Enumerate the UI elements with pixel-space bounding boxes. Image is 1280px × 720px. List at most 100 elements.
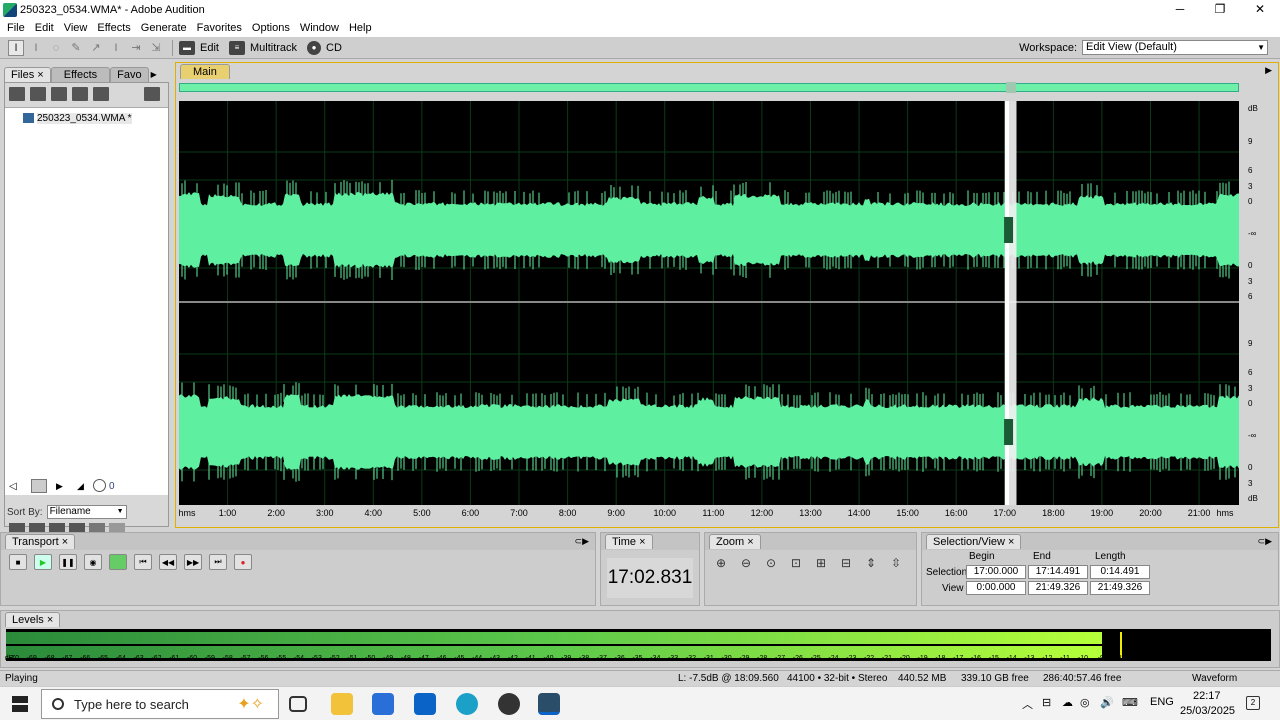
menu-edit[interactable]: Edit bbox=[30, 22, 59, 34]
windows-start-icon[interactable] bbox=[12, 696, 28, 712]
zoom-out-horizontal-icon[interactable]: ⊖ bbox=[738, 555, 754, 571]
lasso-tool-icon[interactable]: ◌ bbox=[48, 40, 64, 56]
menu-file[interactable]: File bbox=[2, 22, 30, 34]
autoplay-icon[interactable]: ◁ bbox=[9, 481, 17, 492]
clock-time[interactable]: 22:17 bbox=[1193, 690, 1221, 702]
overview-playhead-marker[interactable] bbox=[1006, 82, 1016, 93]
zoom-in-vertical-icon[interactable]: ⇕ bbox=[863, 555, 879, 571]
outlook-icon[interactable] bbox=[414, 693, 436, 715]
notifications-icon[interactable]: 2 bbox=[1246, 696, 1260, 710]
close-icon[interactable]: × bbox=[1008, 536, 1014, 548]
view-end-field[interactable]: 21:49.326 bbox=[1028, 581, 1088, 595]
close-icon[interactable]: × bbox=[37, 69, 43, 81]
time-ruler[interactable]: hms 1:00 2:00 3:00 4:00 5:00 6:00 7:00 8:00 9:00 1… bbox=[178, 506, 1239, 520]
panel-menu-icon[interactable]: ⊂▶ bbox=[1258, 536, 1272, 547]
audition-taskbar-icon[interactable] bbox=[538, 693, 560, 715]
workspace-dropdown[interactable]: Edit View (Default) bbox=[1082, 40, 1268, 55]
tab-files[interactable]: Files × bbox=[4, 67, 51, 82]
tab-zoom[interactable]: Zoom × bbox=[709, 534, 761, 549]
panel-menu-icon[interactable]: ⊂▶ bbox=[575, 536, 589, 547]
show-hidden-icons-icon[interactable]: ︿ bbox=[1022, 696, 1033, 712]
menu-generate[interactable]: Generate bbox=[136, 22, 192, 34]
cd-mode-button[interactable]: ● CD bbox=[307, 40, 342, 55]
insert-multitrack-icon[interactable] bbox=[51, 87, 67, 101]
insert-cd-icon[interactable] bbox=[72, 87, 88, 101]
close-icon[interactable]: × bbox=[62, 536, 68, 548]
selection-end-field[interactable]: 17:14.491 bbox=[1028, 565, 1088, 579]
fast-forward-button[interactable]: ▶▶ bbox=[184, 554, 202, 570]
loop-play-button[interactable] bbox=[109, 554, 127, 570]
minimize-button[interactable]: ─ bbox=[1160, 0, 1200, 19]
microsoft-store-icon[interactable] bbox=[372, 693, 394, 715]
play-preview-icon[interactable]: ▶ bbox=[56, 481, 63, 492]
cloud-icon[interactable]: ☁ bbox=[1062, 696, 1073, 709]
stop-button[interactable]: ■ bbox=[9, 554, 27, 570]
menu-view[interactable]: View bbox=[59, 22, 93, 34]
panel-scroll-right-icon[interactable]: ▶ bbox=[151, 67, 157, 82]
keyboard-icon[interactable]: ⌨ bbox=[1122, 696, 1138, 709]
waveform-overview-bar[interactable] bbox=[179, 82, 1239, 93]
zoom-tool-icon[interactable]: ⇲ bbox=[148, 40, 164, 56]
tab-time[interactable]: Time × bbox=[605, 534, 653, 549]
menu-effects[interactable]: Effects bbox=[92, 22, 135, 34]
edit-file-icon[interactable] bbox=[93, 87, 109, 101]
time-selection-tool-icon[interactable]: I bbox=[8, 39, 24, 56]
record-button[interactable]: ● bbox=[234, 554, 252, 570]
edge-icon[interactable] bbox=[456, 693, 478, 715]
sort-by-dropdown[interactable]: Filename bbox=[46, 505, 127, 519]
go-to-end-button[interactable]: ⏭ bbox=[209, 554, 227, 570]
tab-selection-view[interactable]: Selection/View × bbox=[926, 534, 1022, 549]
selection-length-field[interactable]: 0:14.491 bbox=[1090, 565, 1150, 579]
menu-favorites[interactable]: Favorites bbox=[192, 22, 247, 34]
close-icon[interactable]: × bbox=[747, 536, 753, 548]
tab-effects[interactable]: Effects bbox=[50, 67, 111, 82]
play-from-cursor-button[interactable]: ◉ bbox=[84, 554, 102, 570]
hybrid-tool-icon[interactable]: I bbox=[108, 40, 124, 56]
volume-icon[interactable]: ◢ bbox=[77, 481, 84, 492]
tab-favorites[interactable]: Favo bbox=[110, 67, 149, 82]
tray-app-icon[interactable]: ⊟ bbox=[1042, 696, 1051, 709]
network-icon[interactable]: ◎ bbox=[1080, 696, 1090, 709]
close-file-icon[interactable] bbox=[30, 87, 46, 101]
zoom-to-selection-icon[interactable]: ⊡ bbox=[788, 555, 804, 571]
zoom-out-vertical-icon[interactable]: ⇳ bbox=[888, 555, 904, 571]
go-to-beginning-button[interactable]: ⏮ bbox=[134, 554, 152, 570]
scrub-tool-icon[interactable]: ⇥ bbox=[128, 40, 144, 56]
selection-begin-field[interactable]: 17:00.000 bbox=[966, 565, 1026, 579]
volume-tray-icon[interactable]: 🔊 bbox=[1100, 696, 1114, 709]
zoom-left-edge-icon[interactable]: ⊞ bbox=[813, 555, 829, 571]
import-file-icon[interactable] bbox=[9, 87, 25, 101]
tab-levels[interactable]: Levels × bbox=[5, 612, 61, 627]
panel-options-icon[interactable] bbox=[144, 87, 160, 101]
view-length-field[interactable]: 21:49.326 bbox=[1090, 581, 1150, 595]
task-view-icon[interactable] bbox=[289, 696, 307, 712]
taskbar-search-box[interactable]: Type here to search ✦✧ bbox=[41, 689, 279, 719]
close-icon[interactable]: × bbox=[47, 614, 53, 626]
tab-main[interactable]: Main bbox=[180, 64, 230, 79]
marquee-tool-icon[interactable]: I bbox=[28, 40, 44, 56]
waveform-display[interactable] bbox=[179, 101, 1239, 505]
rewind-button[interactable]: ◀◀ bbox=[159, 554, 177, 570]
multitrack-mode-button[interactable]: ≡ Multitrack bbox=[228, 40, 297, 55]
menu-window[interactable]: Window bbox=[295, 22, 344, 34]
close-icon[interactable]: × bbox=[639, 536, 645, 548]
tab-transport[interactable]: Transport × bbox=[5, 534, 76, 549]
language-indicator[interactable]: ENG bbox=[1150, 696, 1174, 708]
maximize-button[interactable]: ❐ bbox=[1200, 0, 1240, 19]
volume-knob-icon[interactable] bbox=[93, 479, 106, 492]
menu-options[interactable]: Options bbox=[247, 22, 295, 34]
zoom-in-horizontal-icon[interactable]: ⊕ bbox=[713, 555, 729, 571]
list-item[interactable]: 250323_0534.WMA * bbox=[5, 110, 168, 126]
edit-mode-button[interactable]: ▬ Edit bbox=[179, 40, 219, 55]
loop-icon[interactable] bbox=[31, 479, 47, 493]
zoom-right-edge-icon[interactable]: ⊟ bbox=[838, 555, 854, 571]
file-explorer-icon[interactable] bbox=[331, 693, 353, 715]
menu-help[interactable]: Help bbox=[344, 22, 377, 34]
close-button[interactable]: ✕ bbox=[1240, 0, 1280, 19]
zoom-out-full-icon[interactable]: ⊙ bbox=[763, 555, 779, 571]
clock-date[interactable]: 25/03/2025 bbox=[1180, 705, 1235, 717]
move-tool-icon[interactable]: ↗ bbox=[88, 40, 104, 56]
play-button[interactable]: ▶ bbox=[34, 554, 52, 570]
panel-menu-icon[interactable]: ▶ bbox=[1265, 65, 1272, 76]
spot-healing-tool-icon[interactable]: ✎ bbox=[68, 40, 84, 56]
